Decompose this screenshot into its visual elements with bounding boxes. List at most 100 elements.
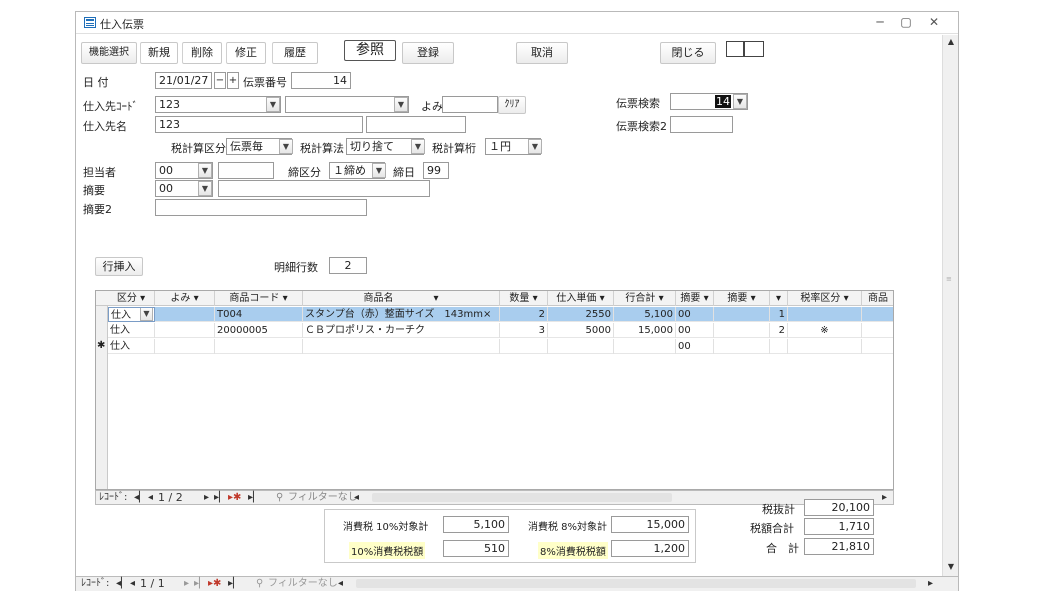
register-button[interactable]: 登録 [402,42,454,64]
supplier-code-dropdown-icon[interactable]: ▼ [266,97,280,112]
column-header-tax[interactable]: 税率区分 ▾ [788,291,862,306]
cell-name[interactable] [303,339,500,354]
cell-code[interactable]: T004 [215,307,303,322]
filter-status[interactable]: フィルターなし [288,491,358,504]
tax10-base-field[interactable]: 5,100 [443,516,509,533]
supplier-name2-field[interactable] [366,116,466,133]
kubun-dropdown-icon[interactable]: ▼ [140,308,153,321]
cell-qty[interactable]: 2 [500,307,548,322]
nav-position[interactable]: 1 / 2 [158,491,183,504]
cell-yomi[interactable] [155,339,215,354]
cell-code[interactable]: 20000005 [215,323,303,338]
cell-memo2[interactable] [714,307,770,322]
cell-memo[interactable]: 00 [676,339,714,354]
function-select-button[interactable]: 機能選択 [81,42,137,64]
memo-dropdown-icon[interactable]: ▼ [198,181,212,196]
restore-icon[interactable]: ▢ [898,15,914,29]
column-header-qty[interactable]: 数量 ▾ [500,291,548,306]
close-window-icon[interactable]: ✕ [926,15,942,29]
minimize-icon[interactable]: ─ [872,15,888,29]
form-hscroll-right-icon[interactable]: ▸ [928,577,933,590]
nav-next-icon[interactable]: ▸ [204,491,209,504]
cell-kubun[interactable]: 仕入 ▼ [108,307,155,322]
cell-qty[interactable] [500,339,548,354]
supplier-combo-dropdown-icon[interactable]: ▼ [394,97,408,112]
memo2-field[interactable] [155,199,367,216]
column-header-code[interactable]: 商品コード ▾ [215,291,303,306]
supplier-name-field[interactable]: 123 [155,116,363,133]
supplier-combo-field[interactable] [285,96,409,113]
staff-name-field[interactable] [218,162,274,179]
cell-memo[interactable]: 00 [676,323,714,338]
hscroll-thumb[interactable] [372,493,672,502]
form-filter-icon[interactable]: ⚲ [256,577,263,590]
form-nav-next-icon[interactable]: ▸ [184,577,189,590]
column-header-price[interactable]: 仕入単価 ▾ [548,291,614,306]
tax-calc-dropdown-icon[interactable]: ▼ [279,139,293,154]
column-header-memo2[interactable]: 摘要 ▾ [714,291,770,306]
new-button[interactable]: 新規 [140,42,178,64]
cell-tax[interactable] [788,307,862,322]
column-header-memo[interactable]: 摘要 ▾ [676,291,714,306]
cell-tax[interactable] [788,339,862,354]
tax-total-field[interactable]: 1,710 [804,518,874,535]
form-nav-position[interactable]: 1 / 1 [140,577,165,590]
form-nav-prev-icon[interactable]: ◂ [130,577,135,590]
tax8-base-field[interactable]: 15,000 [611,516,689,533]
cell-index[interactable]: 1 [770,307,788,322]
cell-index[interactable]: 2 [770,323,788,338]
scroll-grip-icon[interactable]: ≡ [946,275,955,284]
cell-kubun[interactable]: 仕入 [108,339,155,354]
tax-method-dropdown-icon[interactable]: ▼ [411,139,425,154]
cell-price[interactable]: 2550 [548,307,614,322]
column-header-yomi[interactable]: よみ ▾ [155,291,215,306]
cell-product[interactable] [862,323,893,338]
tax10-field[interactable]: 510 [443,540,509,557]
voucher-search-dropdown-icon[interactable]: ▼ [733,94,747,109]
cell-total[interactable]: 5,100 [614,307,676,322]
nav-prev-icon[interactable]: ◂ [148,491,153,504]
form-nav-end-icon[interactable]: ▸▏ [228,577,241,590]
cell-qty[interactable]: 3 [500,323,548,338]
form-nav-last-icon[interactable]: ▸▏ [194,577,207,590]
insert-row-button[interactable]: 行挿入 [95,257,143,276]
column-header-total[interactable]: 行合計 ▾ [614,291,676,306]
row-count-field[interactable]: 2 [329,257,367,274]
form-vertical-scrollbar[interactable]: ▲ ≡ ▼ [942,35,958,576]
scroll-down-icon[interactable]: ▼ [943,560,959,574]
column-header-index[interactable]: ▾ [770,291,788,306]
filter-icon[interactable]: ⚲ [276,491,283,504]
table-row[interactable]: 仕入 ▼ T004 スタンプ台（赤）整面サイズ 143mm× 2 2550 5,… [108,307,893,322]
clear-button[interactable]: ｸﾘｱ [498,96,526,114]
edit-button[interactable]: 修正 [226,42,266,64]
table-row[interactable]: 仕入 00 [108,339,893,354]
cell-name[interactable]: ＣＢプロポリス・カーチク [303,323,500,338]
scroll-up-icon[interactable]: ▲ [943,35,959,49]
hscroll-right-icon[interactable]: ▸ [882,491,887,504]
form-nav-new-icon[interactable]: ▸✱ [208,577,221,590]
history-button[interactable]: 履歴 [272,42,318,64]
subtotal-field[interactable]: 20,100 [804,499,874,516]
tax8-field[interactable]: 1,200 [611,540,689,557]
staff-dropdown-icon[interactable]: ▼ [198,163,212,178]
nav-first-icon[interactable]: ◂▏ [134,491,147,504]
cell-total[interactable]: 15,000 [614,323,676,338]
cell-memo2[interactable] [714,323,770,338]
cell-product[interactable] [862,339,893,354]
cell-kubun[interactable]: 仕入 [108,323,155,338]
form-hscroll-thumb[interactable] [356,579,916,588]
cell-memo[interactable]: 00 [676,307,714,322]
grand-total-field[interactable]: 21,810 [804,538,874,555]
table-row[interactable]: 仕入 20000005 ＣＢプロポリス・カーチク 3 5000 15,000 0… [108,323,893,338]
form-filter-status[interactable]: フィルターなし [268,577,338,590]
delete-button[interactable]: 削除 [182,42,222,64]
date-plus-button[interactable]: + [227,72,239,89]
cell-yomi[interactable] [155,307,215,322]
cancel-button[interactable]: 取消 [516,42,568,64]
column-header-product[interactable]: 商品 [862,291,893,306]
memo-text-field[interactable] [218,180,430,197]
column-header-kubun[interactable]: 区分 ▾ [108,291,155,306]
date-minus-button[interactable]: − [214,72,226,89]
cell-price[interactable]: 5000 [548,323,614,338]
nav-end-icon[interactable]: ▸▏ [248,491,261,504]
